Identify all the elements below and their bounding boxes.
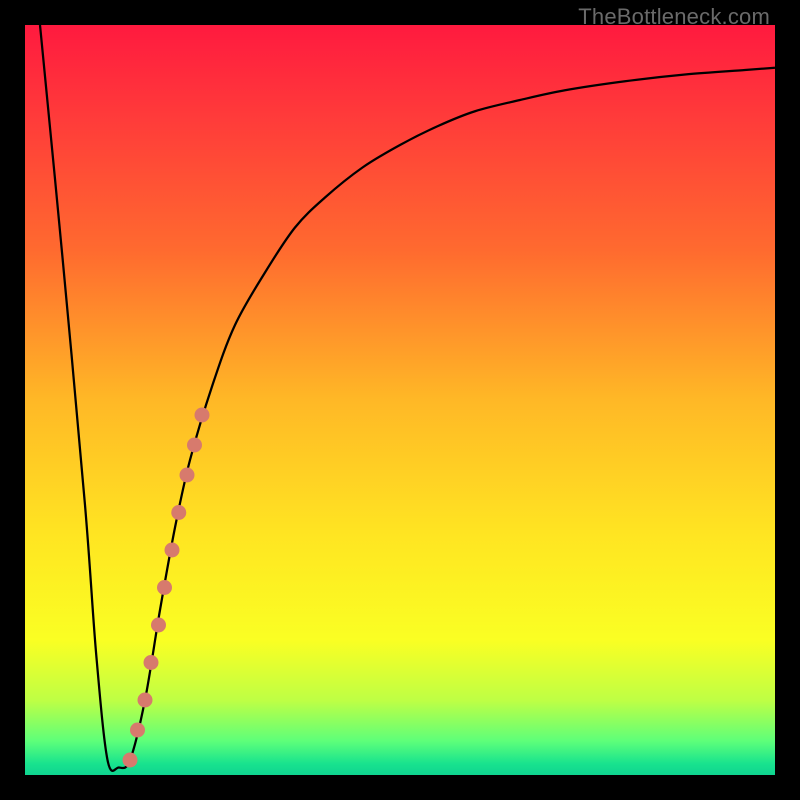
data-marker xyxy=(123,753,138,768)
data-marker xyxy=(151,618,166,633)
data-marker xyxy=(187,438,202,453)
data-marker xyxy=(144,655,159,670)
curve-layer xyxy=(25,25,775,775)
data-marker xyxy=(180,468,195,483)
data-marker xyxy=(138,693,153,708)
watermark-text: TheBottleneck.com xyxy=(578,4,770,30)
plot-area xyxy=(25,25,775,775)
data-marker xyxy=(157,580,172,595)
data-marker xyxy=(195,408,210,423)
data-marker xyxy=(130,723,145,738)
data-markers xyxy=(123,408,210,768)
data-marker xyxy=(171,505,186,520)
chart-frame: TheBottleneck.com xyxy=(0,0,800,800)
data-marker xyxy=(165,543,180,558)
